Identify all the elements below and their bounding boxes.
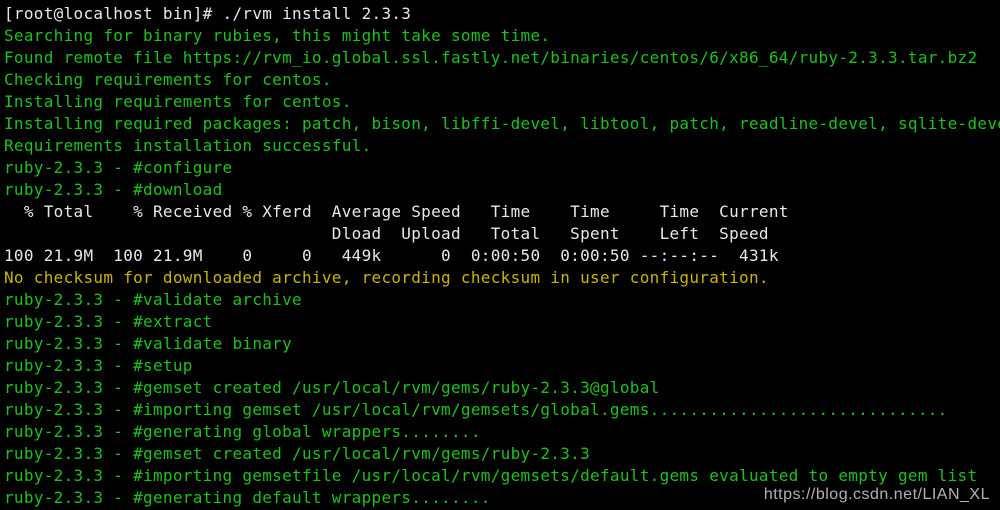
terminal-line: ruby-2.3.3 - #gemset created /usr/local/… [4, 378, 660, 397]
terminal-line: ruby-2.3.3 - #configure [4, 158, 233, 177]
terminal-line: ruby-2.3.3 - #validate binary [4, 334, 293, 353]
terminal-line-warning: No checksum for downloaded archive, reco… [4, 268, 769, 287]
terminal-line: ruby-2.3.3 - #setup [4, 356, 193, 375]
terminal-line: Requirements installation successful. [4, 136, 372, 155]
terminal-window[interactable]: [root@localhost bin]# ./rvm install 2.3.… [0, 0, 1000, 510]
watermark-text: https://blog.csdn.net/LIAN_XL [763, 486, 990, 503]
terminal-line: ruby-2.3.3 - #importing gemset /usr/loca… [4, 400, 948, 419]
terminal-line: Checking requirements for centos. [4, 70, 332, 89]
curl-progress-values: 100 21.9M 100 21.9M 0 0 449k 0 0:00:50 0… [4, 246, 779, 265]
terminal-line-prompt: [root@localhost bin]# ./rvm install 2.3.… [4, 4, 412, 23]
terminal-line: ruby-2.3.3 - #validate archive [4, 290, 302, 309]
terminal-line: Found remote file https://rvm_io.global.… [4, 48, 978, 67]
terminal-line: ruby-2.3.3 - #generating global wrappers… [4, 422, 481, 441]
terminal-line: Installing required packages: patch, bis… [4, 114, 1000, 133]
terminal-line: Installing requirements for centos. [4, 92, 352, 111]
terminal-line: ruby-2.3.3 - #download [4, 180, 223, 199]
curl-progress-header: % Total % Received % Xferd Average Speed… [4, 202, 789, 221]
terminal-line: ruby-2.3.3 - #gemset created /usr/local/… [4, 444, 591, 463]
curl-progress-subheader: Dload Upload Total Spent Left Speed [4, 224, 769, 243]
terminal-line: ruby-2.3.3 - #extract [4, 312, 213, 331]
terminal-line: Searching for binary rubies, this might … [4, 26, 551, 45]
terminal-line: ruby-2.3.3 - #importing gemsetfile /usr/… [4, 466, 978, 485]
